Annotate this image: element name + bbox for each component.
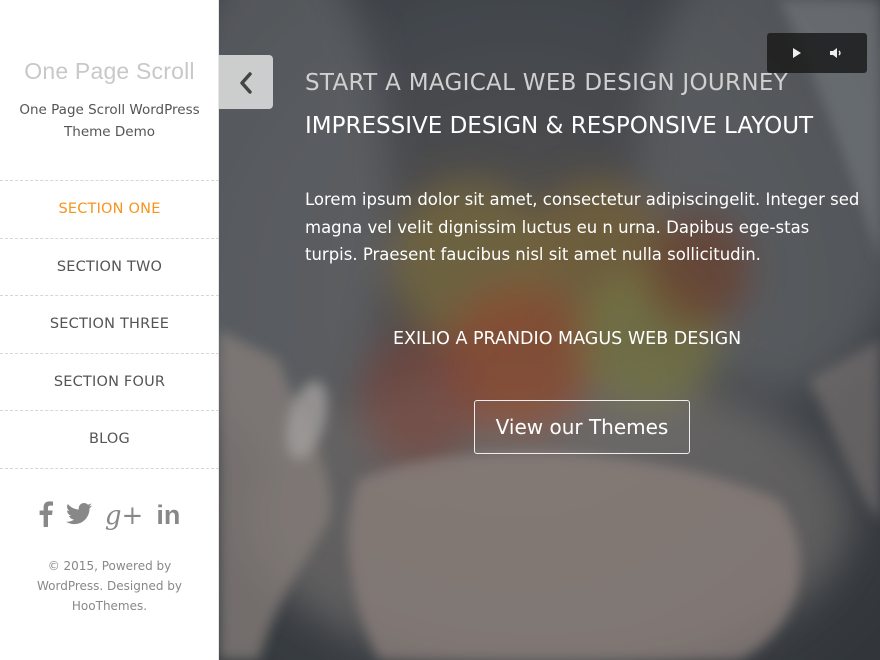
hero-body-text: Lorem ipsum dolor sit amet, consectetur … — [305, 190, 860, 264]
nav-item-section-four[interactable]: SECTION FOUR — [0, 354, 219, 412]
facebook-icon[interactable] — [39, 500, 53, 531]
chevron-left-icon — [240, 72, 252, 94]
sidebar-toggle-button[interactable] — [219, 55, 273, 109]
sidebar: One Page Scroll One Page Scroll WordPres… — [0, 0, 219, 660]
nav-item-blog[interactable]: BLOG — [0, 411, 219, 469]
social-links: g+ in — [0, 500, 219, 531]
site-description: One Page Scroll WordPress Theme Demo — [19, 102, 200, 140]
footer-credits: © 2015, Powered by WordPress. Designed b… — [36, 559, 183, 613]
linkedin-icon[interactable]: in — [156, 500, 180, 531]
play-icon[interactable] — [792, 47, 802, 59]
view-themes-button[interactable]: View our Themes — [474, 400, 690, 454]
nav-item-section-two[interactable]: SECTION TWO — [0, 239, 219, 297]
twitter-icon[interactable] — [65, 502, 92, 529]
audio-player — [767, 33, 867, 73]
nav-item-section-three[interactable]: SECTION THREE — [0, 296, 219, 354]
hero-kicker: START A MAGICAL WEB DESIGN JOURNEY — [305, 70, 789, 96]
nav-item-section-one[interactable]: SECTION ONE — [0, 181, 219, 239]
google-plus-icon[interactable]: g+ — [105, 501, 143, 531]
site-title[interactable]: One Page Scroll — [0, 58, 219, 85]
hero-tagline: EXILIO A PRANDIO MAGUS WEB DESIGN — [393, 329, 742, 349]
hero-headline: IMPRESSIVE DESIGN & RESPONSIVE LAYOUT — [305, 113, 814, 139]
sidebar-nav: SECTION ONE SECTION TWO SECTION THREE SE… — [0, 180, 219, 469]
volume-icon[interactable] — [829, 46, 843, 60]
